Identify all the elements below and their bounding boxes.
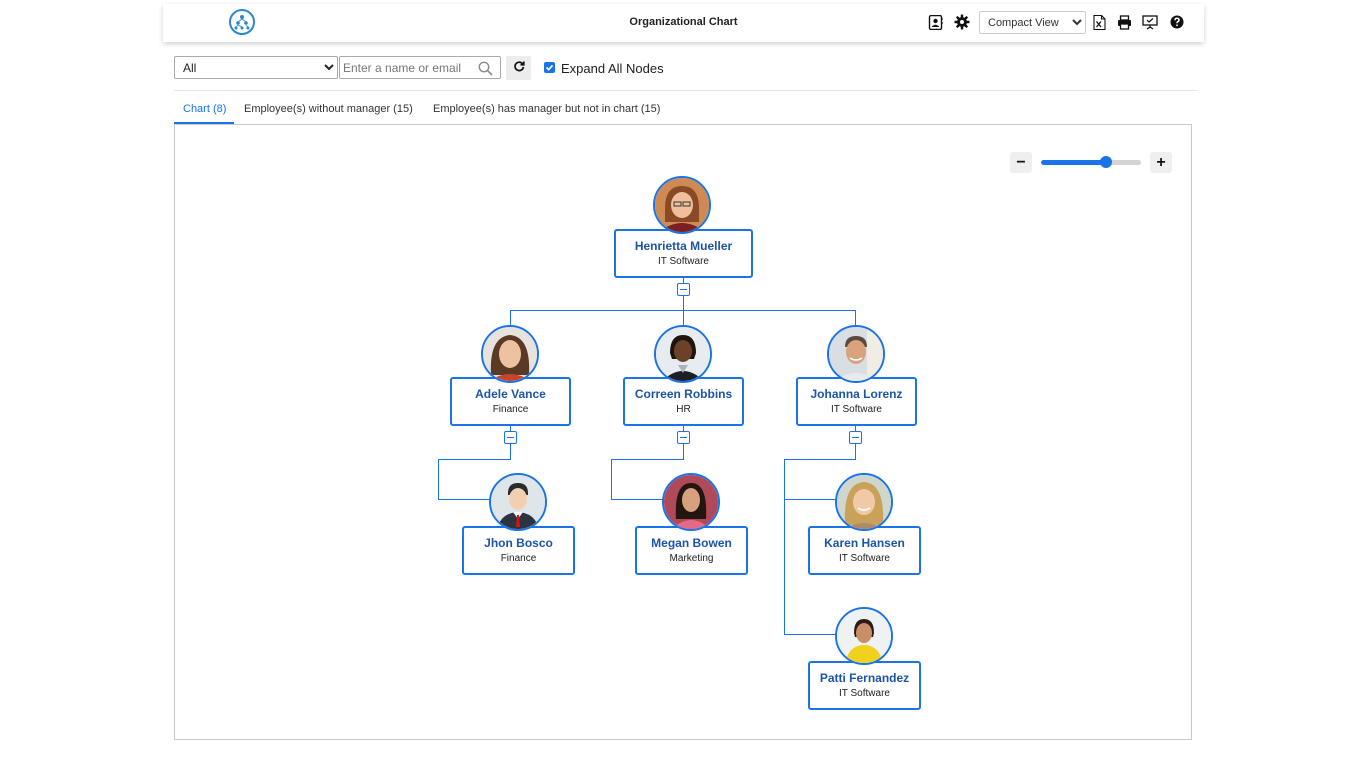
node-name: Henrietta Mueller (634, 239, 733, 253)
connector-line (784, 459, 856, 460)
zoom-slider[interactable] (1041, 160, 1141, 165)
avatar[interactable] (827, 325, 885, 383)
org-node-jhon-bosco[interactable]: Jhon Bosco Finance (462, 526, 575, 575)
avatar[interactable] (835, 607, 893, 665)
node-name: Johanna Lorenz (810, 387, 903, 401)
connector-line (784, 634, 836, 635)
expand-all-checkbox[interactable] (544, 62, 555, 73)
app-header: Organizational Chart Compact View (163, 4, 1204, 42)
node-department: Finance (500, 553, 537, 564)
connector-line (855, 310, 856, 326)
connector-line (438, 459, 511, 460)
node-name: Karen Hansen (824, 536, 905, 550)
org-node-correen-robbins[interactable]: Correen Robbins HR (623, 377, 744, 426)
minus-icon: − (1016, 153, 1026, 171)
connector-line (438, 459, 439, 500)
zoom-slider-thumb[interactable] (1100, 156, 1112, 168)
connector-line (683, 310, 684, 326)
gear-icon[interactable] (954, 14, 970, 30)
export-excel-icon[interactable] (1091, 14, 1107, 30)
node-department: Finance (492, 404, 529, 415)
avatar[interactable] (489, 473, 547, 531)
avatar[interactable] (835, 473, 893, 531)
node-name: Correen Robbins (634, 387, 733, 401)
connector-line (784, 499, 836, 500)
connector-line (611, 459, 612, 500)
zoom-slider-fill (1041, 160, 1106, 165)
connector-line (510, 310, 511, 326)
org-node-karen-hansen[interactable]: Karen Hansen IT Software (808, 526, 921, 575)
tab-chart[interactable]: Chart (8) (183, 103, 226, 115)
node-department: HR (676, 404, 691, 415)
view-mode-select[interactable]: Compact View (979, 11, 1086, 34)
tab-not-in-chart[interactable]: Employee(s) has manager but not in chart… (433, 103, 660, 115)
avatar[interactable] (653, 176, 711, 234)
node-department: IT Software (658, 256, 709, 267)
node-department: Marketing (669, 553, 714, 564)
print-icon[interactable] (1116, 14, 1132, 30)
node-department: IT Software (831, 404, 882, 415)
connector-line (611, 499, 663, 500)
avatar[interactable] (481, 325, 539, 383)
connector-line (611, 459, 684, 460)
connector-line (784, 459, 785, 635)
refresh-icon (513, 59, 525, 77)
collapse-toggle[interactable] (504, 431, 517, 444)
collapse-toggle[interactable] (677, 431, 690, 444)
org-node-megan-bowen[interactable]: Megan Bowen Marketing (635, 526, 748, 575)
node-department: IT Software (839, 553, 890, 564)
avatar[interactable] (662, 473, 720, 531)
refresh-button[interactable] (506, 56, 531, 80)
avatar[interactable] (654, 325, 712, 383)
filter-select[interactable]: All (174, 56, 338, 79)
plus-icon: + (1156, 153, 1166, 171)
org-node-johanna-lorenz[interactable]: Johanna Lorenz IT Software (796, 377, 917, 426)
org-node-henrietta-mueller[interactable]: Henrietta Mueller IT Software (614, 229, 753, 278)
collapse-toggle[interactable] (849, 431, 862, 444)
zoom-in-button[interactable]: + (1150, 152, 1172, 173)
help-icon[interactable] (1169, 14, 1185, 30)
divider (174, 90, 1197, 91)
org-node-patti-fernandez[interactable]: Patti Fernandez IT Software (808, 661, 921, 710)
search-input[interactable] (342, 59, 474, 76)
node-name: Patti Fernandez (819, 671, 910, 685)
connector-line (438, 499, 490, 500)
contact-card-icon[interactable] (927, 14, 943, 30)
node-department: IT Software (839, 688, 890, 699)
tab-without-manager[interactable]: Employee(s) without manager (15) (244, 103, 413, 115)
search-icon[interactable] (478, 61, 493, 81)
node-name: Megan Bowen (651, 536, 732, 550)
node-name: Jhon Bosco (484, 536, 553, 550)
search-box[interactable] (339, 56, 501, 79)
expand-all-label[interactable]: Expand All Nodes (561, 61, 664, 76)
collapse-toggle[interactable] (677, 283, 690, 296)
org-node-adele-vance[interactable]: Adele Vance Finance (450, 377, 571, 426)
presentation-icon[interactable] (1142, 14, 1158, 30)
node-name: Adele Vance (475, 387, 546, 401)
check-icon (545, 64, 554, 71)
zoom-out-button[interactable]: − (1010, 152, 1032, 173)
